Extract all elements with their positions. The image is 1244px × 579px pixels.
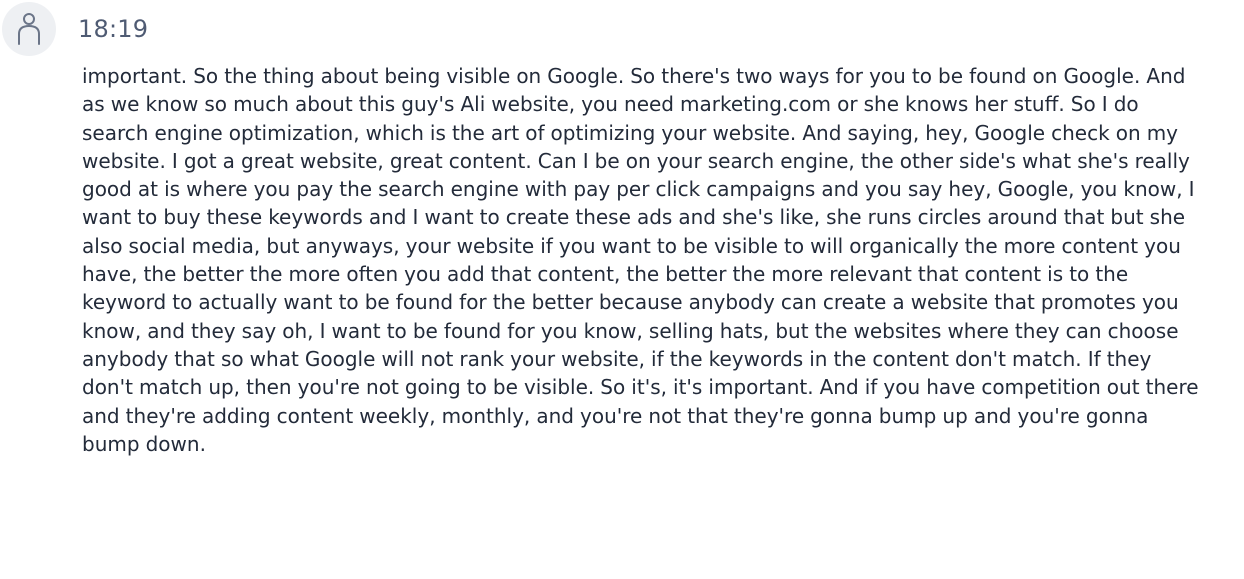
- segment-timestamp[interactable]: 18:19: [78, 13, 148, 45]
- speaker-avatar[interactable]: [2, 2, 56, 56]
- transcript-segment: 18:19 important. So the thing about bein…: [0, 0, 1244, 579]
- transcript-text: important. So the thing about being visi…: [82, 64, 1199, 456]
- user-icon: [18, 13, 40, 45]
